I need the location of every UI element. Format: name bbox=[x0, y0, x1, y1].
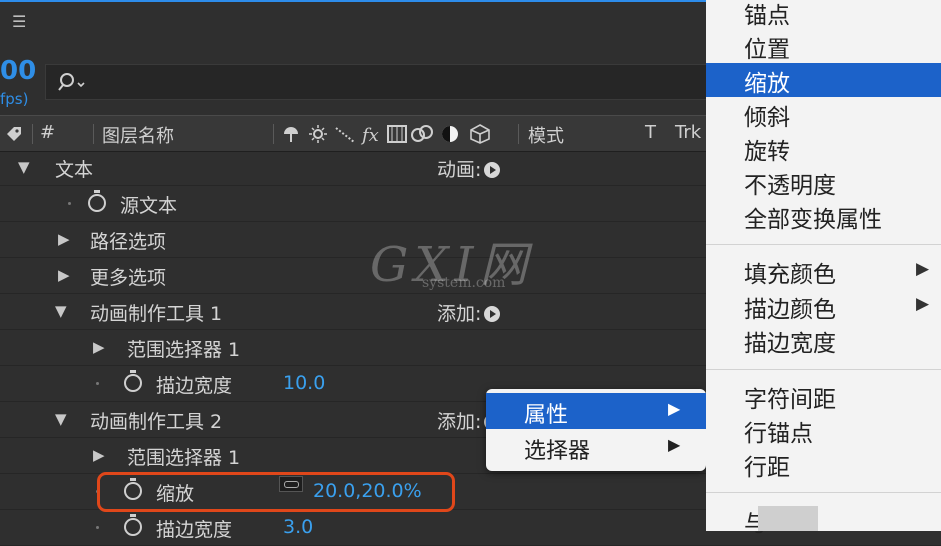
menu-item-all-transform[interactable]: 全部变换属性 bbox=[706, 199, 941, 233]
add-label: 添加: bbox=[437, 411, 482, 433]
label-tag-icon[interactable] bbox=[4, 124, 24, 144]
watermark: GXI网 system.com bbox=[370, 225, 533, 295]
row-label: 动画制作工具 2 bbox=[90, 411, 223, 433]
menu-item-label: 行距 bbox=[744, 455, 790, 481]
menu-item-truncated[interactable]: 与 bbox=[706, 503, 941, 537]
animate-label: 动画: bbox=[437, 159, 482, 181]
row-label: 范围选择器 1 bbox=[127, 339, 241, 361]
menu-item-line-anchor[interactable]: 行锚点 bbox=[706, 413, 941, 447]
row-label: 源文本 bbox=[120, 195, 178, 217]
timecode-display[interactable]: 00 bbox=[0, 56, 36, 86]
menu-item-anchor-point[interactable]: 锚点 bbox=[706, 0, 941, 29]
add-label: 添加: bbox=[437, 303, 482, 325]
collapse-triangle-icon[interactable]: ▶ bbox=[93, 446, 105, 464]
menu-item-label: 填充颜色 bbox=[744, 262, 836, 288]
column-trk[interactable]: Trk bbox=[675, 122, 701, 143]
menu-item-rotation[interactable]: 旋转 bbox=[706, 131, 941, 165]
hamburger-icon[interactable]: ☰ bbox=[12, 14, 28, 30]
row-label: 更多选项 bbox=[90, 267, 167, 289]
collapse-triangle-icon[interactable]: ▶ bbox=[93, 338, 105, 356]
row-label: 文本 bbox=[55, 159, 94, 181]
dot-icon bbox=[96, 382, 99, 385]
play-circle-icon[interactable] bbox=[484, 306, 501, 322]
header-separator bbox=[32, 124, 33, 144]
column-mode[interactable]: 模式 bbox=[528, 122, 564, 148]
menu-item-label: 倾斜 bbox=[744, 105, 790, 131]
column-layer-name[interactable]: 图层名称 bbox=[102, 122, 174, 148]
stopwatch-icon[interactable] bbox=[124, 370, 142, 392]
row-label: 描边宽度 bbox=[156, 375, 233, 397]
highlight-annotation bbox=[97, 472, 455, 512]
watermark-domain: system.com bbox=[422, 275, 506, 291]
menu-item-label: 属性 bbox=[524, 403, 569, 428]
property-value[interactable]: 3.0 bbox=[283, 516, 313, 538]
submenu-arrow-icon: ▶ bbox=[668, 399, 681, 418]
stopwatch-icon[interactable] bbox=[88, 190, 106, 212]
expand-triangle-icon[interactable]: ▼ bbox=[55, 410, 67, 428]
fps-label: fps) bbox=[0, 90, 29, 108]
column-hash[interactable]: # bbox=[40, 122, 55, 143]
menu-item-label: 字符间距 bbox=[744, 387, 836, 413]
menu-item-label: 全部变换属性 bbox=[744, 207, 882, 233]
menu-item-label: 描边宽度 bbox=[744, 331, 836, 357]
menu-divider bbox=[706, 369, 941, 370]
blurred-region bbox=[758, 506, 818, 531]
menu-item-property[interactable]: 属性 ▶ bbox=[486, 393, 706, 429]
column-t[interactable]: T bbox=[645, 122, 656, 143]
menu-divider bbox=[706, 244, 941, 245]
header-separator bbox=[518, 124, 519, 144]
row-label: 描边宽度 bbox=[156, 519, 233, 541]
add-context-menu: 属性 ▶ 选择器 ▶ bbox=[486, 389, 706, 471]
dot-icon bbox=[96, 526, 99, 529]
menu-item-position[interactable]: 位置 bbox=[706, 29, 941, 63]
menu-item-skew[interactable]: 倾斜 bbox=[706, 97, 941, 131]
submenu-arrow-icon: ▶ bbox=[916, 294, 930, 314]
submenu-arrow-icon: ▶ bbox=[668, 435, 681, 454]
menu-item-tracking[interactable]: 字符间距 bbox=[706, 379, 941, 413]
menu-item-line-spacing[interactable]: 行距 bbox=[706, 447, 941, 481]
menu-item-label: 旋转 bbox=[744, 139, 790, 165]
expand-triangle-icon[interactable]: ▼ bbox=[55, 302, 67, 320]
menu-item-stroke-color[interactable]: 描边颜色 ▶ bbox=[706, 289, 941, 323]
header-separator bbox=[93, 124, 94, 144]
menu-item-label: 描边颜色 bbox=[744, 297, 836, 323]
property-submenu: 锚点 位置 缩放 倾斜 旋转 不透明度 全部变换属性 填充颜色 ▶ 描边颜色 ▶ 描… bbox=[706, 0, 941, 537]
menu-item-label: 位置 bbox=[744, 37, 790, 63]
animate-menu[interactable]: 动画: bbox=[437, 155, 501, 182]
menu-item-stroke-width[interactable]: 描边宽度 bbox=[706, 323, 941, 357]
search-input[interactable] bbox=[45, 64, 767, 100]
menu-divider bbox=[706, 492, 941, 493]
expand-triangle-icon[interactable]: ▼ bbox=[18, 158, 30, 176]
collapse-triangle-icon[interactable]: ▶ bbox=[58, 230, 70, 248]
submenu-arrow-icon: ▶ bbox=[916, 259, 930, 279]
menu-item-label: 选择器 bbox=[524, 439, 591, 464]
row-label: 范围选择器 1 bbox=[127, 447, 241, 469]
menu-item-label: 不透明度 bbox=[744, 173, 836, 199]
switches-icons: fx bbox=[284, 124, 490, 146]
menu-item-label: 行锚点 bbox=[744, 421, 813, 447]
menu-item-label: 缩放 bbox=[744, 71, 790, 97]
row-label: 动画制作工具 1 bbox=[90, 303, 223, 325]
collapse-triangle-icon[interactable]: ▶ bbox=[58, 266, 70, 284]
play-circle-icon[interactable] bbox=[484, 162, 501, 178]
stopwatch-icon[interactable] bbox=[124, 514, 142, 536]
svg-text:fx: fx bbox=[360, 125, 379, 146]
dot-icon bbox=[68, 202, 71, 205]
menu-item-scale[interactable]: 缩放 bbox=[706, 63, 941, 97]
row-label: 路径选项 bbox=[90, 231, 167, 253]
menu-item-label: 锚点 bbox=[744, 3, 790, 29]
menu-item-opacity[interactable]: 不透明度 bbox=[706, 165, 941, 199]
add-menu[interactable]: 添加: bbox=[437, 299, 501, 326]
menu-item-selector[interactable]: 选择器 ▶ bbox=[486, 429, 706, 465]
header-separator bbox=[273, 124, 274, 144]
menu-item-fill-color[interactable]: 填充颜色 ▶ bbox=[706, 254, 941, 288]
property-value[interactable]: 10.0 bbox=[283, 372, 325, 394]
search-icon[interactable] bbox=[56, 71, 88, 93]
